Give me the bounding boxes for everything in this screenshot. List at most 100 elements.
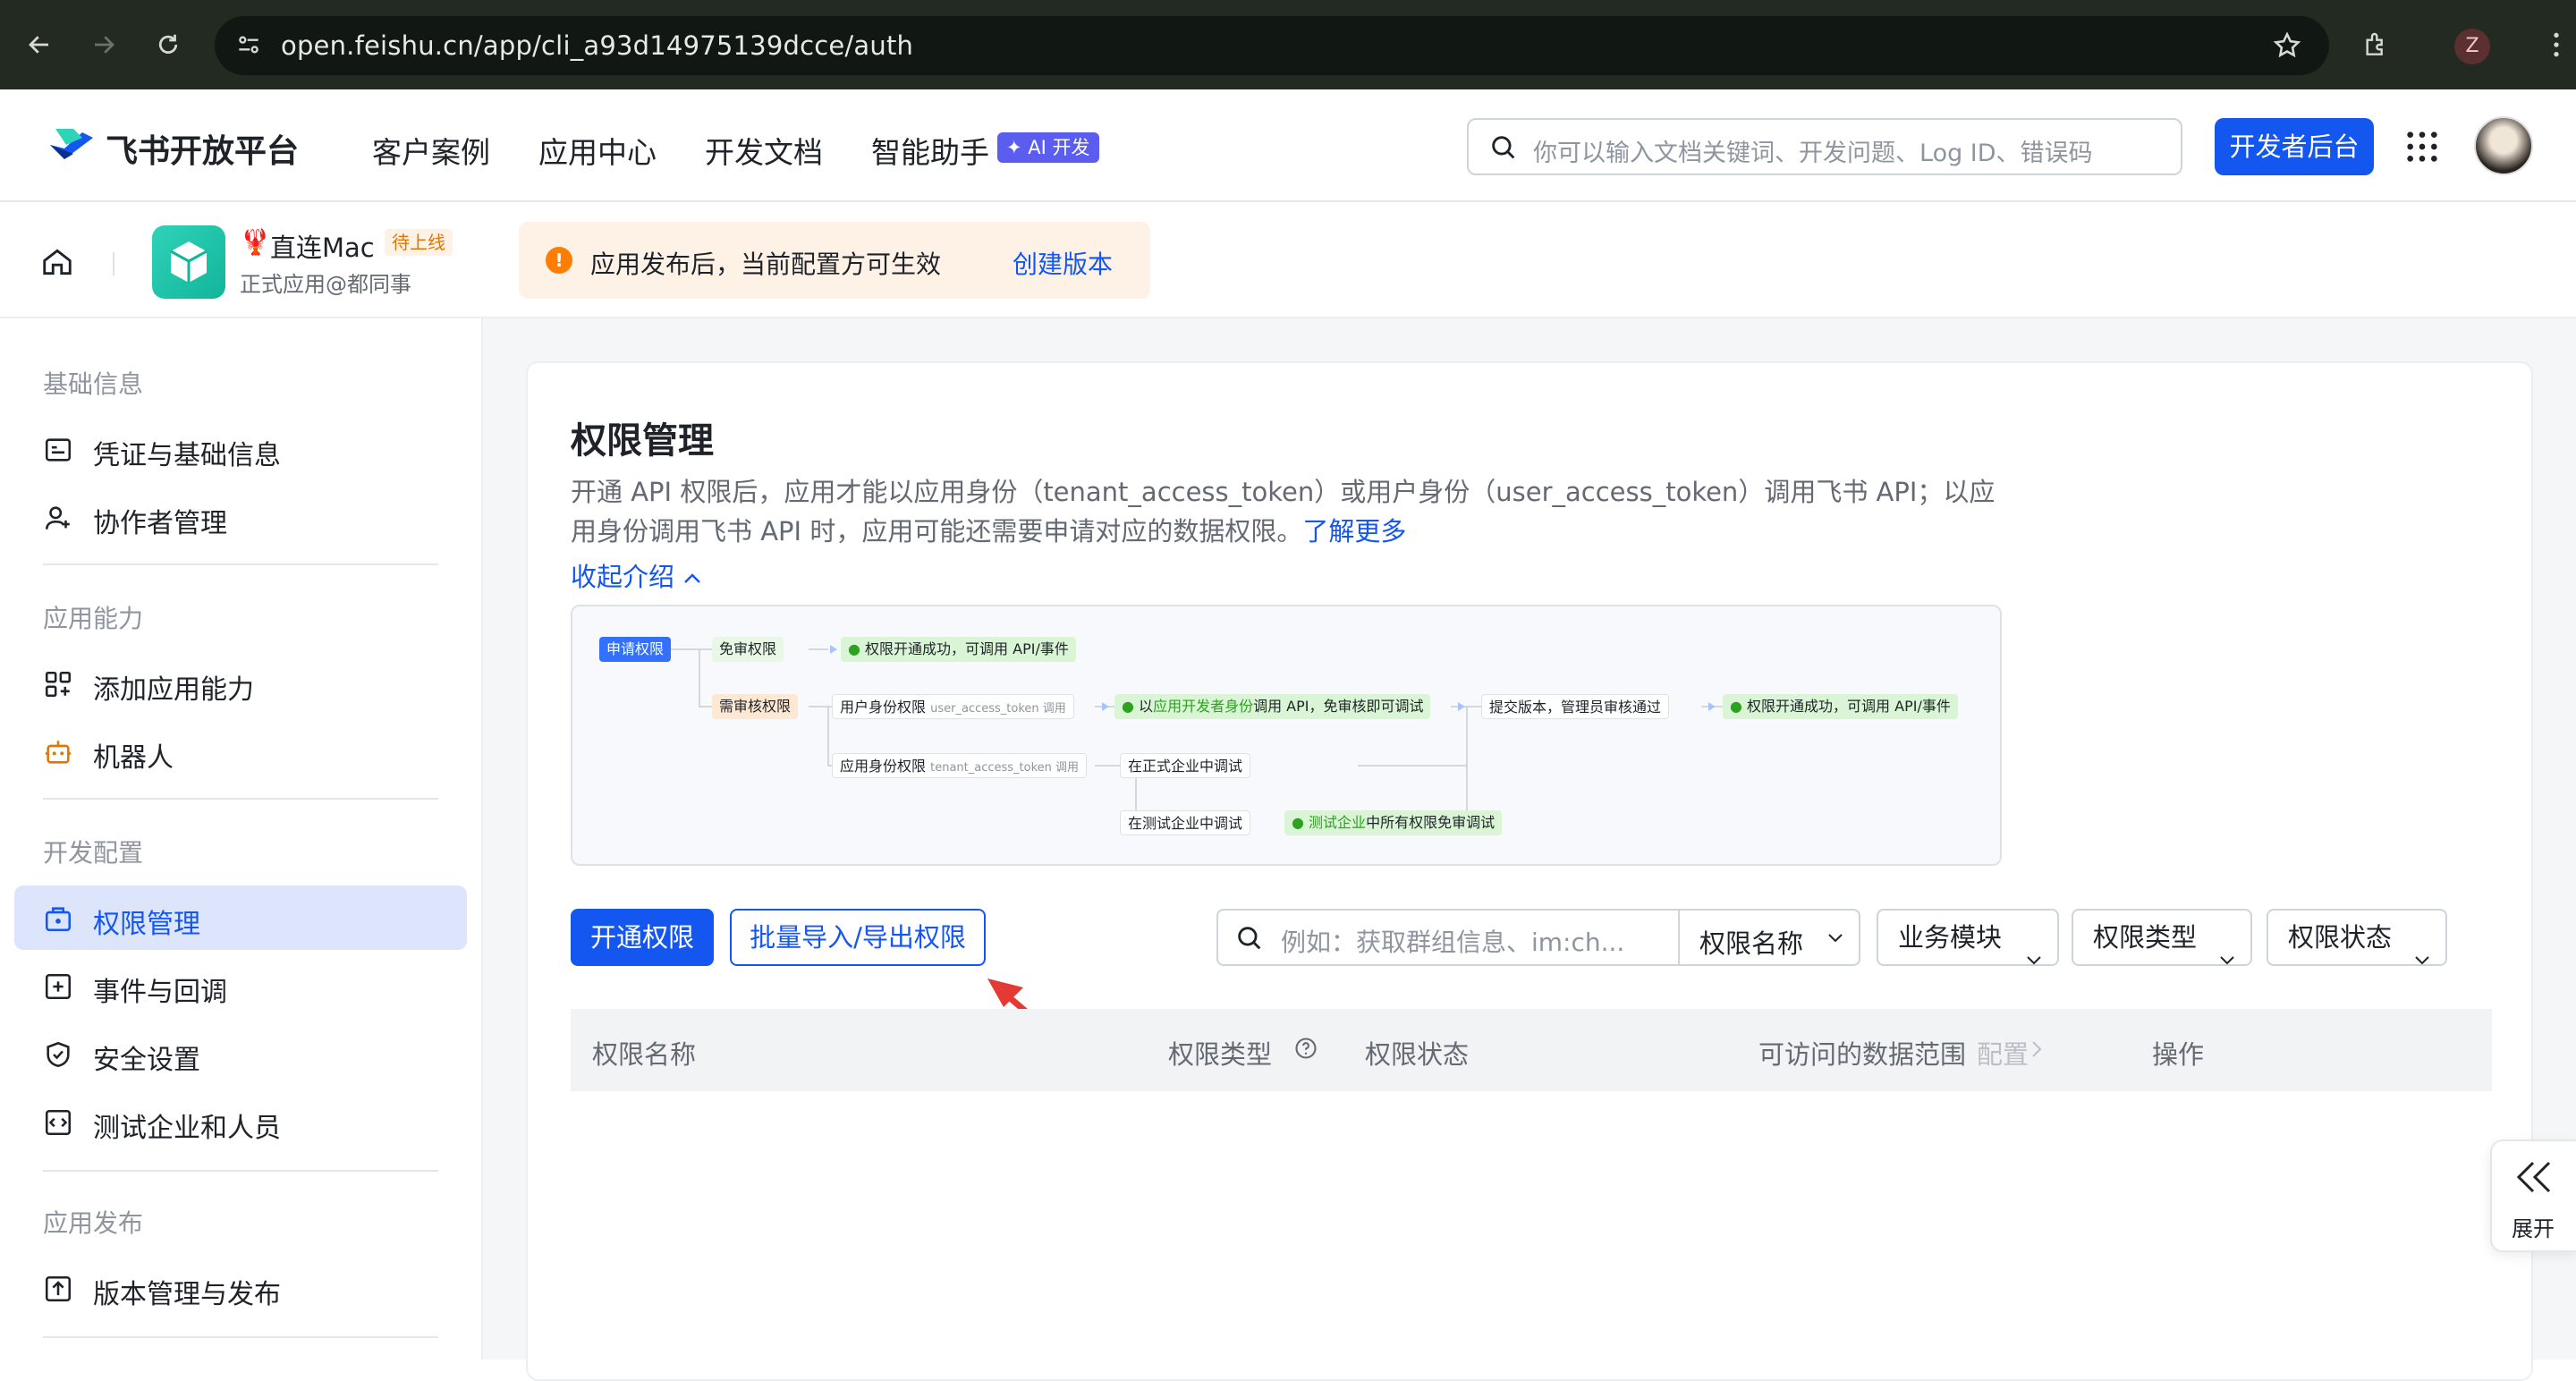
- sidebar-item-events[interactable]: 事件与回调: [14, 953, 467, 1018]
- help-circle-icon[interactable]: [1293, 1036, 1318, 1064]
- main-content: 权限管理 开通 API 权限后，应用才能以应用身份（tenant_access_…: [483, 318, 2576, 1381]
- test-result-post: 中所有权限免审调试: [1366, 814, 1496, 831]
- sidebar-item-label: 权限管理: [93, 909, 200, 940]
- open-permission-button[interactable]: 开通权限: [571, 909, 714, 966]
- developer-console-button[interactable]: 开发者后台: [2215, 118, 2374, 175]
- separator: [1678, 911, 1680, 964]
- feishu-logo-icon[interactable]: [47, 125, 97, 170]
- section-basic-info: 基础信息: [43, 369, 144, 399]
- add-user-icon: [43, 503, 73, 533]
- create-version-link[interactable]: 创建版本: [1013, 245, 1113, 281]
- brand-name[interactable]: 飞书开放平台: [106, 125, 299, 172]
- check-icon: ●: [1730, 698, 1748, 715]
- diagram-final-result: ● 权限开通成功，可调用 API/事件: [1723, 694, 1958, 719]
- nav-customer-cases[interactable]: 客户案例: [372, 129, 490, 172]
- learn-more-link[interactable]: 了解更多: [1302, 516, 1406, 546]
- permission-bag-icon: [43, 903, 73, 934]
- collapse-intro-toggle[interactable]: 收起介绍: [571, 556, 702, 594]
- free-result-text: 权限开通成功，可调用 API/事件: [865, 640, 1069, 657]
- search-icon: [1234, 923, 1265, 957]
- batch-import-export-button[interactable]: 批量导入/导出权限: [730, 909, 986, 966]
- chevron-down-icon: [1826, 930, 1844, 947]
- expand-panel-button[interactable]: 展开: [2490, 1140, 2576, 1252]
- sidebar-item-label: 凭证与基础信息: [93, 440, 281, 471]
- browser-chrome: open.feishu.cn/app/cli_a93d14975139dcce/…: [0, 0, 2576, 89]
- publish-notice: ! 应用发布后，当前配置方可生效 创建版本: [519, 222, 1150, 299]
- separator: [113, 252, 114, 275]
- diagram-prod-debug: 在正式企业中调试: [1120, 753, 1251, 778]
- user-token-hint: user_access_token 调用: [930, 702, 1066, 716]
- user-avatar[interactable]: [2474, 116, 2533, 175]
- nav-app-center[interactable]: 应用中心: [538, 129, 657, 172]
- home-icon[interactable]: [39, 245, 75, 283]
- app-icon[interactable]: [152, 225, 225, 299]
- profile-avatar[interactable]: Z: [2454, 29, 2490, 64]
- chevron-down-icon: [2413, 930, 2431, 984]
- filter-permission-type[interactable]: 权限类型: [2072, 909, 2252, 966]
- section-app-capabilities: 应用能力: [43, 604, 144, 633]
- page-title: 权限管理: [571, 420, 714, 462]
- sidebar-item-credentials[interactable]: 凭证与基础信息: [14, 417, 467, 481]
- user-perm-text: 用户身份权限: [840, 699, 927, 716]
- sidebar-item-versions[interactable]: 版本管理与发布: [14, 1256, 467, 1320]
- browser-menu-icon[interactable]: [2537, 25, 2576, 64]
- expand-label: 展开: [2512, 1216, 2555, 1241]
- section-dev-config: 开发配置: [43, 838, 144, 868]
- filter-placeholder: 例如：获取群组信息、im:ch...: [1281, 928, 1625, 957]
- chevron-right-icon: [2030, 1039, 2043, 1063]
- shield-icon: [43, 1039, 73, 1070]
- top-navigation: 飞书开放平台 客户案例 应用中心 开发文档 智能助手 ✦ AI 开发 你可以输入…: [0, 89, 2576, 202]
- app-name[interactable]: 直连Mac: [270, 227, 375, 265]
- divider: [43, 563, 438, 565]
- reload-icon[interactable]: [148, 25, 188, 64]
- back-icon[interactable]: [20, 25, 59, 64]
- col-data-scope: 可访问的数据范围: [1758, 1039, 1967, 1070]
- chevron-down-icon: [2025, 930, 2043, 984]
- address-bar[interactable]: open.feishu.cn/app/cli_a93d14975139dcce/…: [215, 16, 2329, 75]
- doc-search-input[interactable]: 你可以输入文档关键词、开发问题、Log ID、错误码: [1467, 118, 2182, 175]
- notice-text: 应用发布后，当前配置方可生效: [590, 250, 942, 279]
- test-result-highlight: 测试企业: [1309, 814, 1367, 831]
- sidebar-item-label: 版本管理与发布: [93, 1279, 281, 1310]
- site-info-icon[interactable]: [234, 30, 263, 63]
- dev-debug-highlight: 应用开发者身份: [1153, 698, 1254, 715]
- id-card-icon: [43, 435, 73, 465]
- sidebar-item-security[interactable]: 安全设置: [14, 1021, 467, 1086]
- scope-config-link[interactable]: 配置: [1977, 1034, 2029, 1072]
- page-description: 开通 API 权限后，应用才能以应用身份（tenant_access_token…: [571, 472, 2011, 551]
- diagram-test-result: ● 测试企业中所有权限免审调试: [1284, 810, 1503, 835]
- nav-dev-docs[interactable]: 开发文档: [705, 129, 823, 172]
- divider: [43, 798, 438, 800]
- diagram-free-result: ● 权限开通成功，可调用 API/事件: [841, 637, 1076, 662]
- extensions-icon[interactable]: [2356, 25, 2395, 64]
- ai-dev-badge[interactable]: ✦ AI 开发: [997, 132, 1099, 163]
- sidebar-item-label: 事件与回调: [93, 977, 227, 1008]
- filter-permission-status[interactable]: 权限状态: [2267, 909, 2447, 966]
- col-permission-status: 权限状态: [1365, 1039, 1470, 1070]
- app-grid-icon[interactable]: [2404, 129, 2440, 168]
- diagram-test-debug: 在测试企业中调试: [1120, 810, 1251, 835]
- diagram-user-perm: 用户身份权限 user_access_token 调用: [832, 694, 1074, 719]
- sidebar-item-test-tenants[interactable]: 测试企业和人员: [14, 1089, 467, 1154]
- sidebar-item-add-capability[interactable]: 添加应用能力: [14, 651, 467, 716]
- nav-smart-assistant[interactable]: 智能助手: [871, 129, 989, 172]
- sidebar-item-permissions[interactable]: 权限管理: [14, 885, 467, 950]
- description-text: 开通 API 权限后，应用才能以应用身份（tenant_access_token…: [571, 477, 1996, 546]
- search-icon: [1488, 132, 1519, 169]
- app-token-hint: tenant_access_token 调用: [930, 761, 1080, 775]
- permission-filter-search[interactable]: 例如：获取群组信息、im:ch... 权限名称: [1216, 909, 1860, 966]
- bookmark-star-icon[interactable]: [2272, 30, 2302, 64]
- add-grid-icon: [43, 669, 73, 699]
- check-icon: ●: [1122, 698, 1140, 715]
- filter-label: 权限状态: [2288, 922, 2393, 953]
- sidebar: 基础信息 凭证与基础信息 协作者管理 应用能力 添加应用能力 机器人 开发配置 …: [0, 318, 483, 1360]
- dev-debug-post: 调用 API，免审核即可调试: [1253, 698, 1424, 715]
- forward-icon[interactable]: [84, 25, 123, 64]
- sidebar-item-collaborators[interactable]: 协作者管理: [14, 485, 467, 549]
- search-field-select[interactable]: 权限名称: [1699, 923, 1803, 961]
- filter-business-module[interactable]: 业务模块: [1877, 909, 2059, 966]
- url-text[interactable]: open.feishu.cn/app/cli_a93d14975139dcce/…: [281, 30, 913, 61]
- section-app-release: 应用发布: [43, 1208, 144, 1238]
- sidebar-item-bot[interactable]: 机器人: [14, 719, 467, 784]
- sidebar-item-label: 添加应用能力: [93, 674, 254, 706]
